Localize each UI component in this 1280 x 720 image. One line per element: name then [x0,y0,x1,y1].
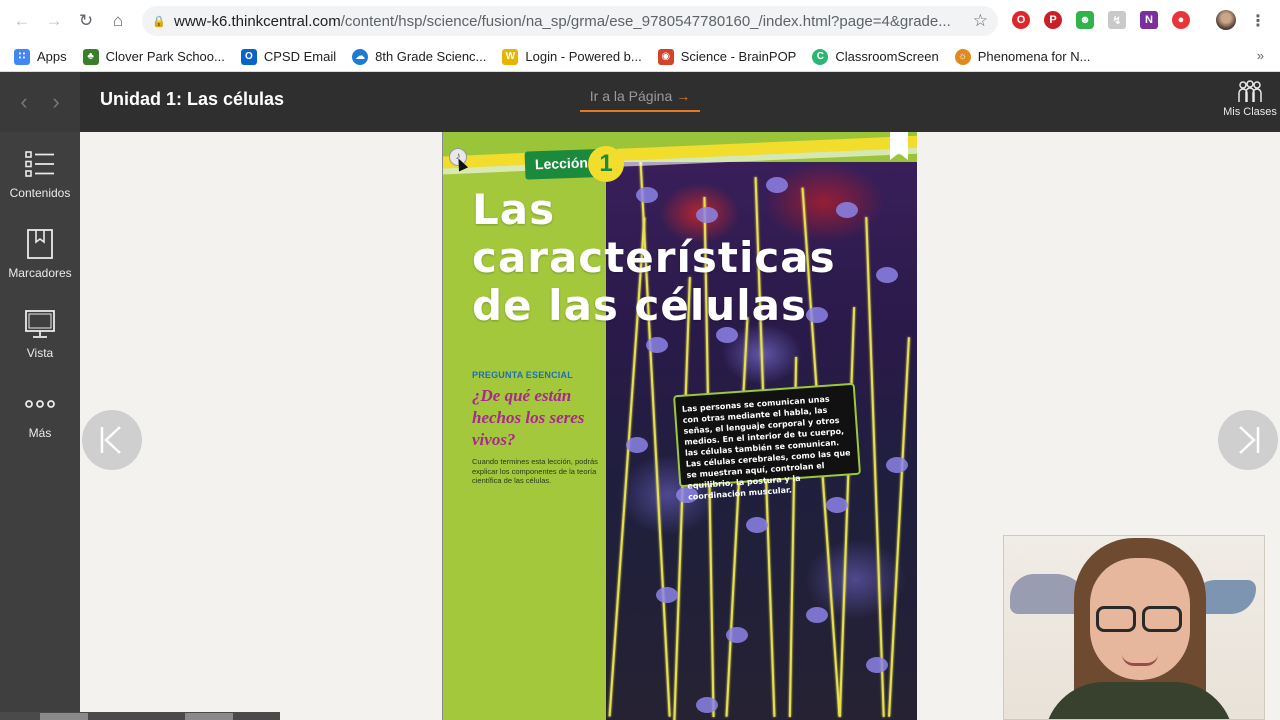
more-dots-icon [25,400,55,408]
bookmark-label: Apps [37,49,67,64]
my-classes-button[interactable]: Mis Clases [1222,80,1278,118]
bookmark-clover-park[interactable]: ♣ Clover Park Schoo... [82,48,225,65]
phenomena-icon: ☼ [954,48,971,65]
bookmark-icon [27,229,53,259]
bookmark-label: 8th Grade Scienc... [375,49,487,64]
pinterest-extension-icon[interactable]: P [1044,11,1062,29]
bookmark-label: Science - BrainPOP [680,49,797,64]
sidebar-item-label: Más [28,426,52,440]
textbook-page: ♪ Lección 1 Las características de las c… [442,132,917,720]
lesson-number: 1 [588,146,624,182]
app-header: ‹ › Unidad 1: Las células Ir a la Página… [0,72,1280,132]
address-bar[interactable]: 🔒 www-k6.thinkcentral.com/content/hsp/sc… [142,6,998,36]
prev-chevron-icon[interactable]: ‹ [20,89,27,115]
my-classes-label: Mis Clases [1223,106,1277,118]
lesson-title-line: características [472,233,836,282]
first-page-icon [100,426,121,454]
scrollbar-thumb[interactable] [40,713,88,720]
cloud-icon: ☁ [352,48,369,65]
lesson-title: Las características de las células [472,186,836,330]
page-nav-arrows: ‹ › [0,72,80,132]
lesson-title-line: de las células [472,281,807,330]
lesson-title-line: Las [472,185,556,234]
sidebar-item-label: Contenidos [9,186,71,200]
brainpop-icon: ◉ [657,48,674,65]
glasses-left [1096,606,1136,632]
last-page-icon [1239,426,1260,454]
bookmark-8th-grade[interactable]: ☁ 8th Grade Scienc... [352,48,487,65]
horizontal-scrollbar[interactable] [0,712,280,720]
goto-page-label: Ir a la Página [589,88,673,104]
list-icon [25,151,54,177]
sidebar-item-vista[interactable]: Vista [0,308,80,378]
bookmark-label: ClassroomScreen [835,49,939,64]
sidebar: Contenidos Marcadores Vista Más [0,132,80,720]
opera-extension-icon[interactable]: O [1012,11,1030,29]
bookmark-label: Phenomena for N... [977,49,1091,64]
red-extension-icon[interactable]: ● [1172,11,1190,29]
photo-caption-callout: Las personas se comunican unas con otras… [673,382,861,502]
next-page-button[interactable] [1218,410,1278,470]
sidebar-item-label: Marcadores [8,266,72,280]
bookmark-label: Login - Powered b... [525,49,642,64]
w-logo-icon: W [502,48,519,65]
classroomscreen-icon: C [812,48,829,65]
clover-icon: ♣ [82,48,99,65]
bookmark-brainpop[interactable]: ◉ Science - BrainPOP [657,48,797,65]
bookmark-label: Clover Park Schoo... [105,49,225,64]
sidebar-item-contenidos[interactable]: Contenidos [0,148,80,218]
bookmark-classroomscreen[interactable]: C ClassroomScreen [812,48,939,65]
unit-title: Unidad 1: Las células [100,89,285,109]
browser-menu-icon[interactable]: ⋮ [1250,11,1266,31]
next-chevron-icon[interactable]: › [52,89,59,115]
essential-question-description: Cuando termines esta lección, podrás exp… [472,457,598,485]
sidebar-item-mas[interactable]: Más [0,388,80,458]
essential-question-label: PREGUNTA ESENCIAL [472,370,573,380]
sidebar-item-marcadores[interactable]: Marcadores [0,228,80,298]
bookmark-login[interactable]: W Login - Powered b... [502,48,642,65]
goto-page-button[interactable]: Ir a la Página → [580,88,700,112]
previous-page-button[interactable] [82,410,142,470]
essential-question: ¿De qué están hechos los seres vivos? [472,386,585,449]
back-arrow-icon[interactable]: ← [6,5,38,37]
webcam-overlay [1003,535,1265,720]
arrow-right-icon: → [676,88,691,104]
profile-avatar[interactable] [1216,10,1236,30]
gray-extension-icon[interactable]: ↯ [1108,11,1126,29]
bookmark-apps[interactable]: ∷ Apps [14,48,67,65]
reload-icon[interactable]: ↻ [70,5,102,37]
sidebar-item-label: Vista [26,346,54,360]
bookmark-cpsd-email[interactable]: O CPSD Email [240,48,337,65]
green-extension-icon[interactable]: ☻ [1076,11,1094,29]
lock-icon: 🔒 [152,16,166,28]
glasses-right [1142,606,1182,632]
bookmark-star-icon[interactable]: ☆ [973,11,988,31]
home-icon[interactable]: ⌂ [102,5,134,37]
monitor-icon [25,310,55,338]
people-icon [1238,80,1262,102]
onenote-extension-icon[interactable]: N [1140,11,1158,29]
scrollbar-thumb[interactable] [185,713,233,720]
bookmarks-overflow-icon[interactable]: » [1257,48,1264,63]
bookmark-label: CPSD Email [263,49,337,64]
bookmarks-bar: ∷ Apps ♣ Clover Park Schoo... O CPSD Email … [0,42,1280,72]
url-path: /content/hsp/science/fusion/na_sp/grma/e… [340,12,951,30]
outlook-icon: O [240,48,257,65]
bookmark-phenomena[interactable]: ☼ Phenomena for N... [954,48,1091,65]
forward-arrow-icon[interactable]: → [38,5,70,37]
url-text: www-k6.thinkcentral.com/content/hsp/scie… [174,13,954,30]
browser-toolbar: ← → ↻ ⌂ 🔒 www-k6.thinkcentral.com/conten… [0,0,1280,42]
apps-grid-icon: ∷ [14,48,30,65]
url-host: www-k6.thinkcentral.com [174,12,341,30]
